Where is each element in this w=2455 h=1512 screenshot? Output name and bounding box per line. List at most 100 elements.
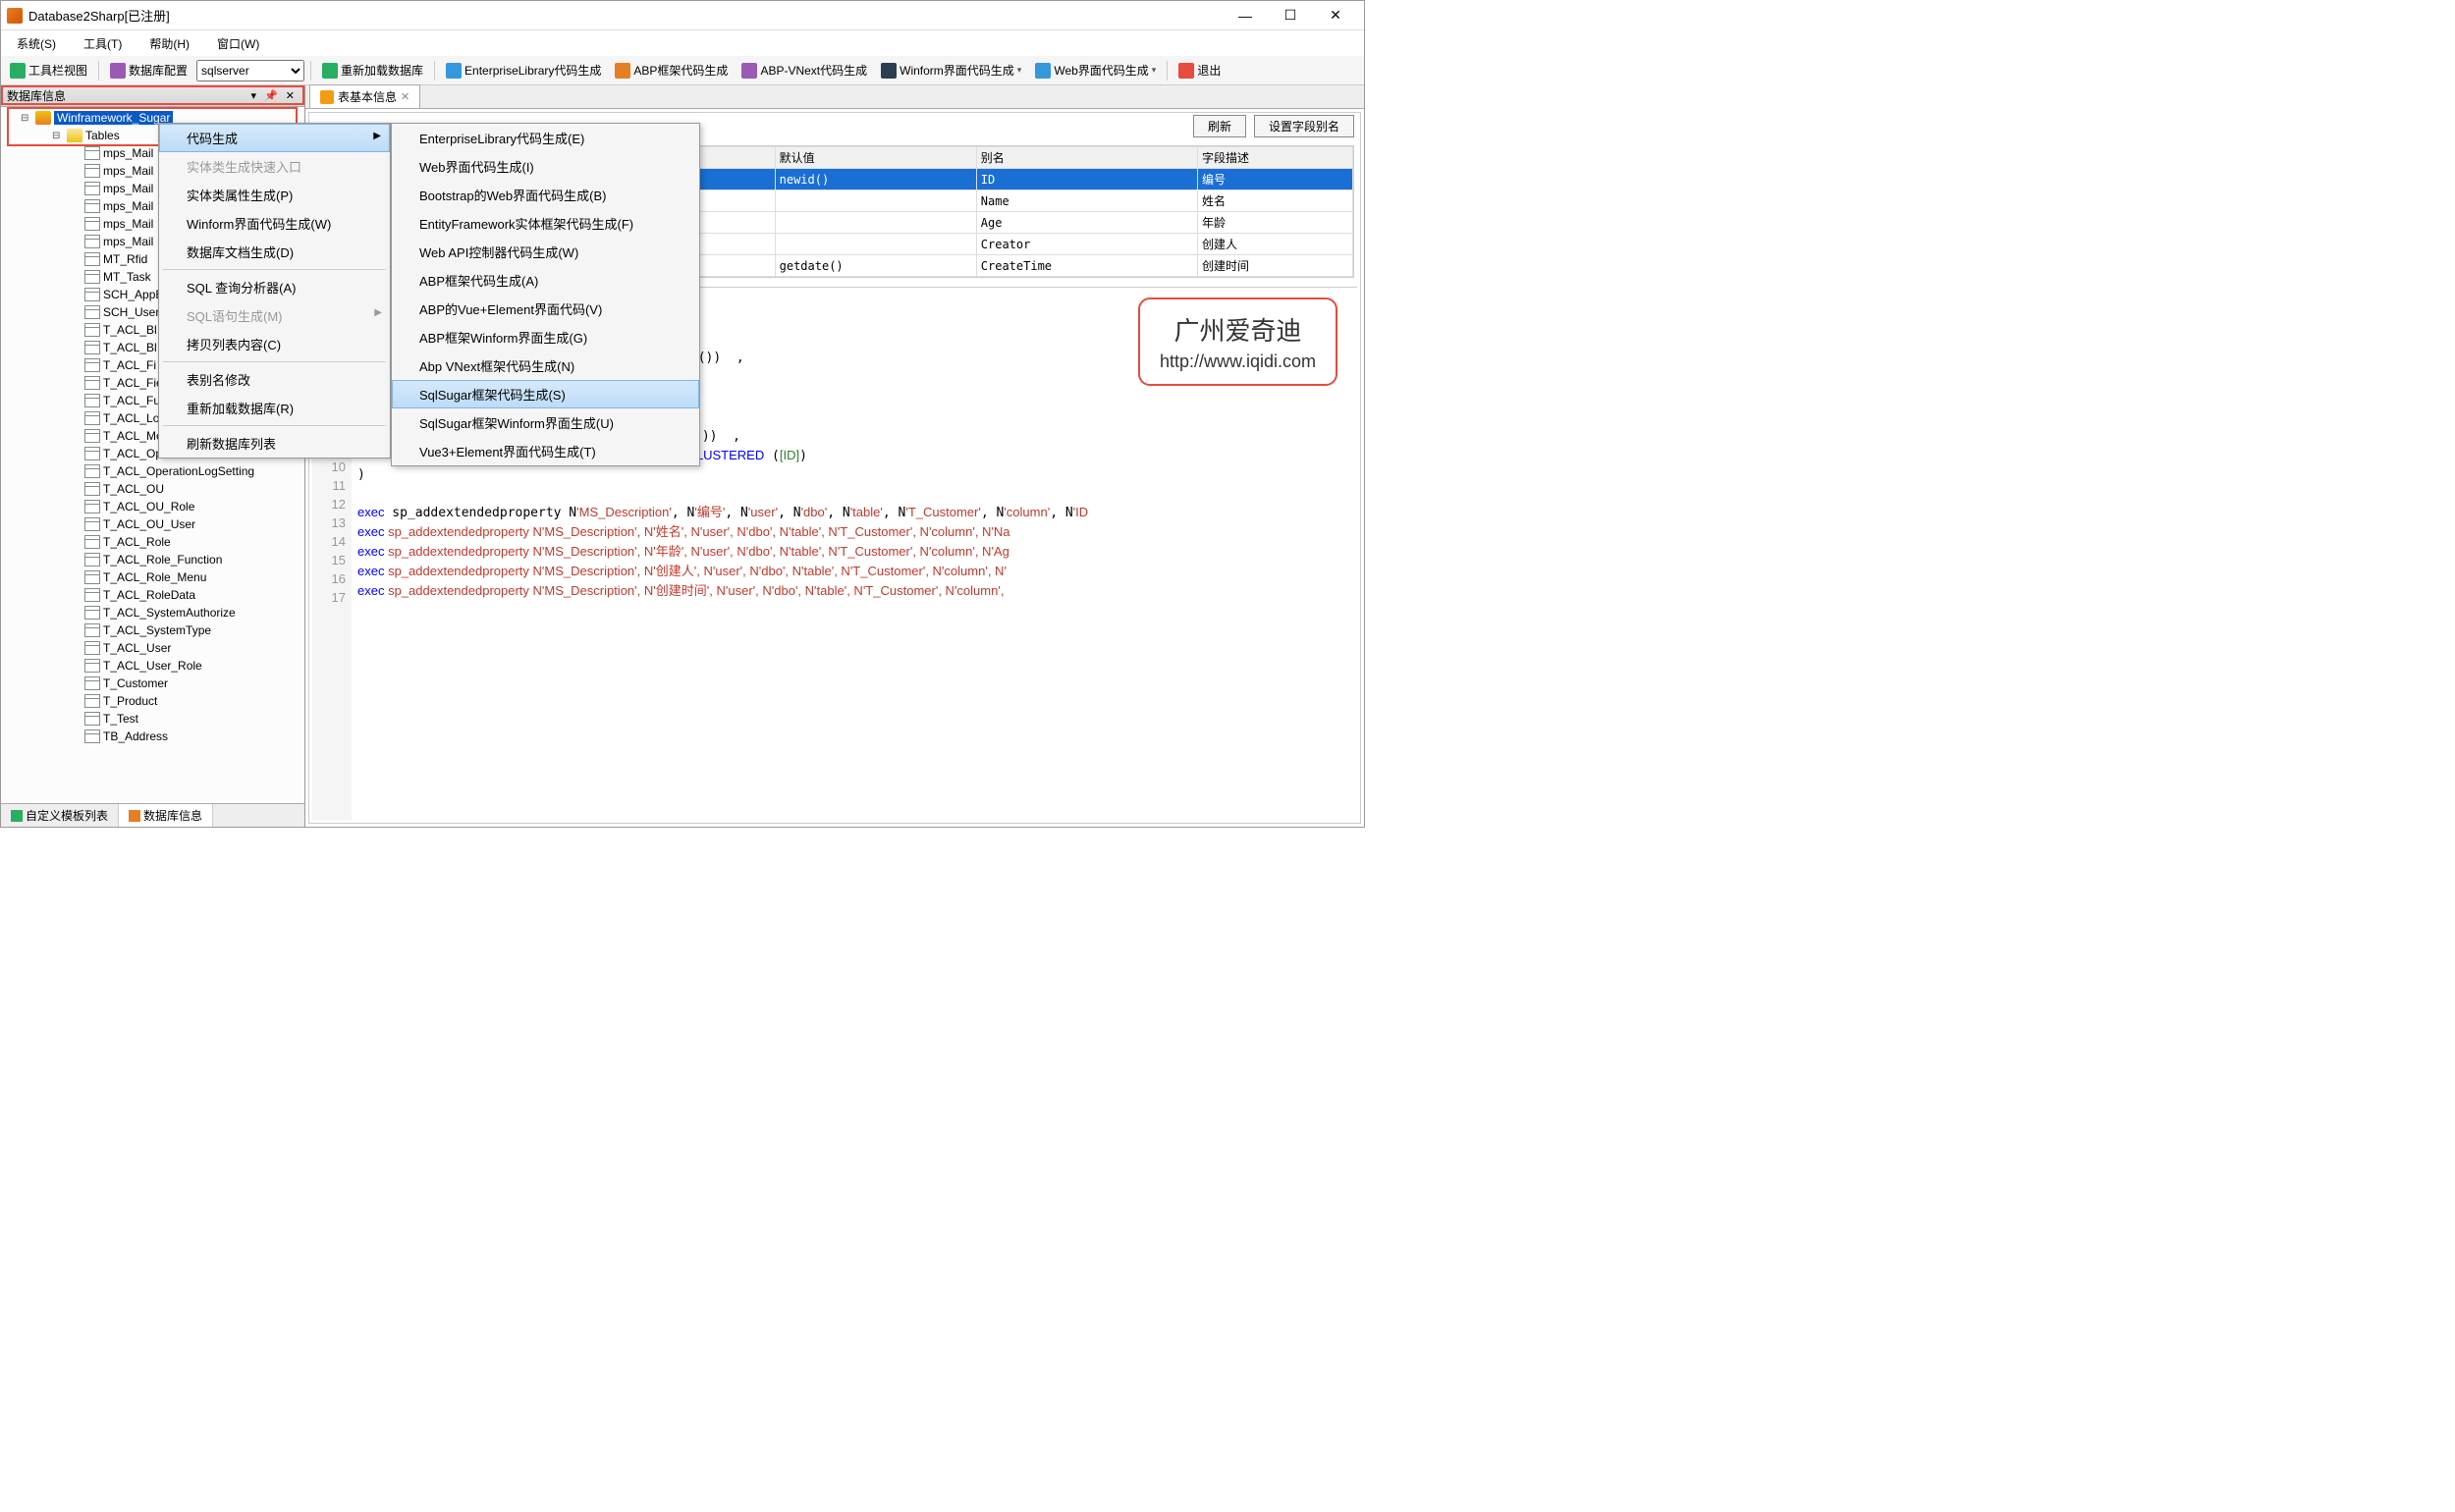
table-icon xyxy=(84,482,100,496)
web-icon xyxy=(1035,63,1051,79)
toolbar-abpvnext[interactable]: ABP-VNext代码生成 xyxy=(736,60,872,81)
ctx-reload[interactable]: 重新加载数据库(R) xyxy=(159,394,390,422)
panel-tabs: 自定义模板列表 数据库信息 xyxy=(1,803,304,827)
ctx-copy[interactable]: 拷贝列表内容(C) xyxy=(159,330,390,358)
dbtype-select[interactable]: sqlserver xyxy=(196,60,304,81)
grid-header[interactable]: 默认值 xyxy=(775,147,976,169)
tab-templates[interactable]: 自定义模板列表 xyxy=(1,804,119,827)
table-icon xyxy=(84,447,100,460)
menu-window[interactable]: 窗口(W) xyxy=(205,31,271,56)
tree-node-table[interactable]: T_ACL_RoleData xyxy=(3,586,304,604)
ctx-sqlquery[interactable]: SQL 查询分析器(A) xyxy=(159,273,390,301)
table-icon xyxy=(84,517,100,531)
quit-icon xyxy=(1178,63,1194,79)
tree-node-table[interactable]: T_ACL_OU_User xyxy=(3,515,304,533)
panel-dropdown-icon[interactable]: ▾ xyxy=(247,89,261,102)
tree-node-table[interactable]: T_ACL_SystemAuthorize xyxy=(3,604,304,621)
ctx2-entlib[interactable]: EnterpriseLibrary代码生成(E) xyxy=(392,124,699,152)
table-icon xyxy=(84,500,100,513)
tab-dbinfo[interactable]: 数据库信息 xyxy=(119,804,213,827)
toolbar-view[interactable]: 工具栏视图 xyxy=(5,60,92,81)
menu-help[interactable]: 帮助(H) xyxy=(137,31,201,56)
ctx-winform[interactable]: Winform界面代码生成(W) xyxy=(159,209,390,238)
table-icon xyxy=(84,659,100,673)
ctx2-abpvue[interactable]: ABP的Vue+Element界面代码(V) xyxy=(392,295,699,323)
table-icon xyxy=(84,606,100,620)
ctx2-sqlsugar[interactable]: SqlSugar框架代码生成(S) xyxy=(392,380,699,408)
doc-tab-base[interactable]: 表基本信息 ✕ xyxy=(309,84,420,108)
view-icon xyxy=(10,63,26,79)
toolbar-web[interactable]: Web界面代码生成▾ xyxy=(1030,60,1161,81)
table-icon xyxy=(84,394,100,407)
tree-node-table[interactable]: T_ACL_OperationLogSetting xyxy=(3,462,304,480)
watermark: 广州爱奇迪 http://www.iqidi.com xyxy=(1138,297,1337,386)
tree-node-table[interactable]: T_Customer xyxy=(3,675,304,692)
folder-icon xyxy=(67,129,82,142)
ctx2-abpvnext[interactable]: Abp VNext框架代码生成(N) xyxy=(392,351,699,380)
table-icon xyxy=(84,323,100,337)
table-icon xyxy=(84,641,100,655)
toolbar-abp[interactable]: ABP框架代码生成 xyxy=(610,60,733,81)
close-button[interactable]: ✕ xyxy=(1313,1,1358,30)
tree-node-table[interactable]: T_ACL_Role_Function xyxy=(3,551,304,568)
ctx2-vue3[interactable]: Vue3+Element界面代码生成(T) xyxy=(392,437,699,465)
table-icon xyxy=(84,235,100,248)
table-icon xyxy=(84,376,100,390)
ctx-entity-quick: 实体类生成快速入口 xyxy=(159,152,390,181)
ctx-dbdoc[interactable]: 数据库文档生成(D) xyxy=(159,238,390,266)
tree-node-table[interactable]: TB_Address xyxy=(3,728,304,745)
toolbar-quit[interactable]: 退出 xyxy=(1173,60,1226,81)
tree-node-table[interactable]: T_ACL_Role xyxy=(3,533,304,551)
table-icon xyxy=(84,164,100,178)
menu-tools[interactable]: 工具(T) xyxy=(72,31,134,56)
tree-node-table[interactable]: T_ACL_User_Role xyxy=(3,657,304,675)
ctx2-abp[interactable]: ABP框架代码生成(A) xyxy=(392,266,699,295)
tree-node-table[interactable]: T_ACL_User xyxy=(3,639,304,657)
table-icon xyxy=(84,252,100,266)
tree-node-table[interactable]: T_ACL_SystemType xyxy=(3,621,304,639)
db-icon xyxy=(129,810,140,822)
tree-node-table[interactable]: T_ACL_OU_Role xyxy=(3,498,304,515)
toolbar-reload[interactable]: 重新加载数据库 xyxy=(317,60,428,81)
pin-icon[interactable]: 📌 xyxy=(260,89,282,102)
panel-close-icon[interactable]: ✕ xyxy=(282,89,299,102)
ctx-codegen[interactable]: 代码生成▶ xyxy=(159,124,390,152)
minimize-button[interactable]: — xyxy=(1223,1,1268,30)
table-icon xyxy=(84,729,100,743)
ctx2-sqlsugarwin[interactable]: SqlSugar框架Winform界面生成(U) xyxy=(392,408,699,437)
ctx-entity-prop[interactable]: 实体类属性生成(P) xyxy=(159,181,390,209)
abpvnext-icon xyxy=(741,63,757,79)
maximize-button[interactable]: ☐ xyxy=(1268,1,1313,30)
table-icon xyxy=(84,676,100,690)
alias-button[interactable]: 设置字段别名 xyxy=(1254,115,1354,137)
table-icon xyxy=(84,553,100,567)
tree-node-table[interactable]: T_Product xyxy=(3,692,304,710)
table-icon xyxy=(84,694,100,708)
ctx-alias[interactable]: 表别名修改 xyxy=(159,365,390,394)
tree-node-table[interactable]: T_ACL_Role_Menu xyxy=(3,568,304,586)
grid-header[interactable]: 别名 xyxy=(976,147,1197,169)
ctx2-webapi[interactable]: Web API控制器代码生成(W) xyxy=(392,238,699,266)
toolbar-dbconfig[interactable]: 数据库配置 xyxy=(105,60,192,81)
menubar: 系统(S) 工具(T) 帮助(H) 窗口(W) xyxy=(1,30,1364,56)
toolbar-entlib[interactable]: EnterpriseLibrary代码生成 xyxy=(441,60,606,81)
ctx2-bootstrap[interactable]: Bootstrap的Web界面代码生成(B) xyxy=(392,181,699,209)
table-icon xyxy=(84,588,100,602)
menu-system[interactable]: 系统(S) xyxy=(5,31,68,56)
toolbar-winform[interactable]: Winform界面代码生成▾ xyxy=(876,60,1026,81)
table-icon xyxy=(84,217,100,231)
tab-close-icon[interactable]: ✕ xyxy=(401,90,409,103)
table-icon xyxy=(84,623,100,637)
ctx2-web[interactable]: Web界面代码生成(I) xyxy=(392,152,699,181)
tree-node-table[interactable]: T_ACL_OU xyxy=(3,480,304,498)
tree-node-table[interactable]: T_Test xyxy=(3,710,304,728)
ctx-refresh[interactable]: 刷新数据库列表 xyxy=(159,429,390,458)
titlebar: Database2Sharp[已注册] — ☐ ✕ xyxy=(1,1,1364,30)
grid-header[interactable]: 字段描述 xyxy=(1197,147,1352,169)
ctx2-abpwin[interactable]: ABP框架Winform界面生成(G) xyxy=(392,323,699,351)
table-icon xyxy=(84,146,100,160)
refresh-button[interactable]: 刷新 xyxy=(1193,115,1246,137)
ctx2-ef[interactable]: EntityFramework实体框架代码生成(F) xyxy=(392,209,699,238)
gear-icon xyxy=(110,63,126,79)
table-icon xyxy=(84,411,100,425)
